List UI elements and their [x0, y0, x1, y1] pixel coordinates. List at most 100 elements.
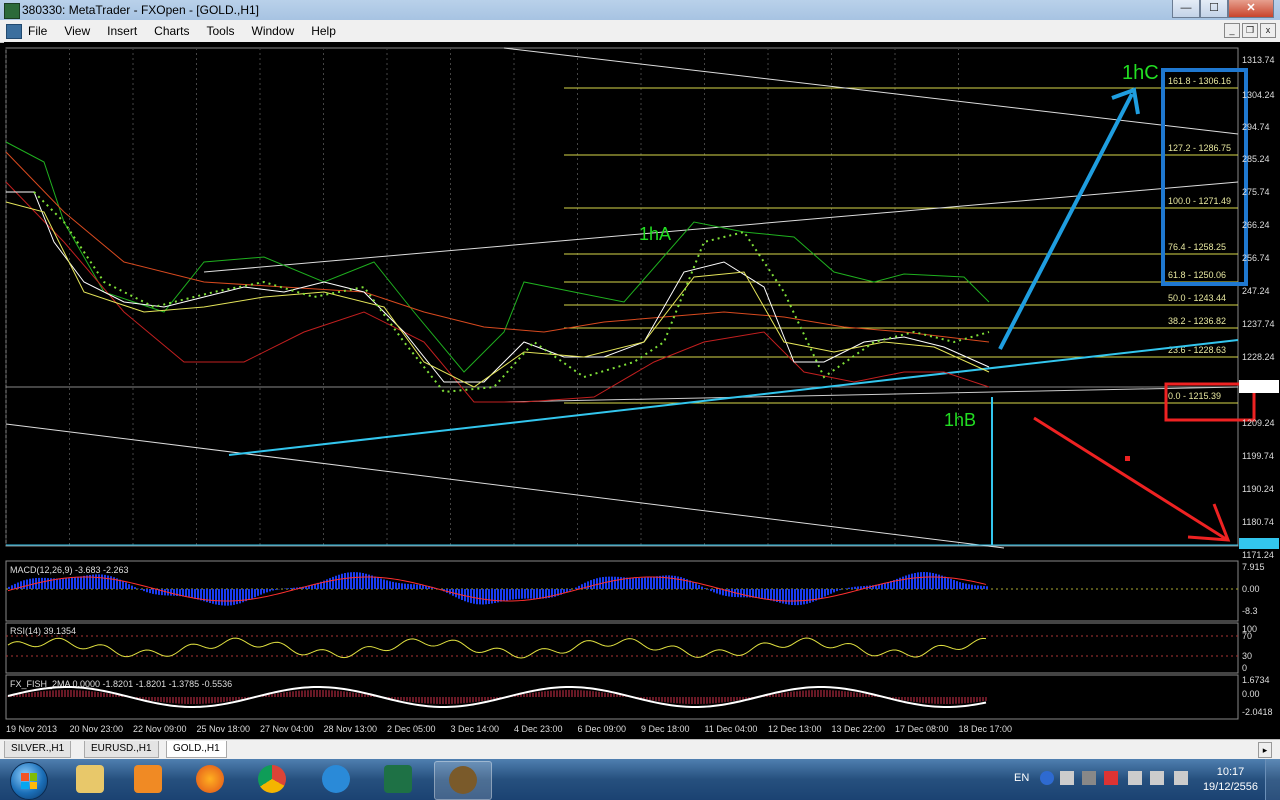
time-tick-label: 20 Nov 23:00	[70, 724, 124, 734]
chart-window-controls: _ ❐ x	[1222, 23, 1276, 38]
fib-label: 0.0 - 1215.39	[1168, 391, 1221, 401]
taskbar-excel[interactable]	[370, 761, 426, 798]
price-tick-label: 1237.74	[1242, 319, 1275, 329]
time-tick-label: 22 Nov 09:00	[133, 724, 187, 734]
time-tick-label: 27 Nov 04:00	[260, 724, 314, 734]
chart-restore-button[interactable]: ❐	[1242, 23, 1258, 38]
show-hidden-icons-icon[interactable]	[1082, 771, 1096, 785]
window-title: 380330: MetaTrader - FXOpen - [GOLD.,H1]	[22, 3, 259, 17]
time-tick-label: 3 Dec 14:00	[451, 724, 500, 734]
pane-scale-label: 0.00	[1242, 584, 1260, 594]
internet-explorer-icon	[322, 765, 350, 793]
chart-minimize-button[interactable]: _	[1224, 23, 1240, 38]
tab-gold[interactable]: GOLD.,H1	[166, 741, 227, 758]
minimize-button[interactable]: —	[1172, 0, 1200, 18]
keyboard-icon[interactable]	[1060, 771, 1074, 785]
maximize-button[interactable]: ☐	[1200, 0, 1228, 18]
chart-canvas[interactable]: 161.8 - 1306.16 127.2 - 1286.75 100.0 - 12…	[4, 42, 1280, 739]
fib-label: 61.8 - 1250.06	[1168, 270, 1226, 280]
menu-insert[interactable]: Insert	[107, 24, 137, 38]
fib-label: 76.4 - 1258.25	[1168, 242, 1226, 252]
fib-label: 50.0 - 1243.44	[1168, 293, 1226, 303]
windows-taskbar: EN 10:17 19/12/2556	[0, 759, 1280, 800]
time-tick-label: 19 Nov 2013	[6, 724, 57, 734]
time-tick-label: 11 Dec 04:00	[705, 724, 758, 734]
firefox-icon	[196, 765, 224, 793]
pane-scale-label: 1.6734	[1242, 675, 1270, 685]
price-tick-label: 1190.24	[1242, 484, 1274, 494]
taskbar-internet-explorer[interactable]	[308, 761, 364, 798]
excel-icon	[384, 765, 412, 793]
volume-icon[interactable]	[1174, 771, 1188, 785]
price-tick-label: 1171.24	[1242, 550, 1274, 560]
price-tick-label: 1304.24	[1242, 90, 1275, 100]
language-indicator[interactable]: EN	[1014, 772, 1029, 784]
time-tick-label: 9 Dec 18:00	[641, 724, 690, 734]
price-chart-window[interactable]: 161.8 - 1306.16 127.2 - 1286.75 100.0 - 12…	[4, 42, 1280, 739]
show-desktop-button[interactable]	[1265, 759, 1280, 800]
taskbar-chrome[interactable]	[244, 761, 300, 798]
price-tick-label: 1228.24	[1242, 352, 1275, 362]
action-center-icon[interactable]	[1104, 771, 1118, 785]
taskbar-firefox[interactable]	[182, 761, 238, 798]
pane-scale-label: 30	[1242, 651, 1252, 661]
macd-label: MACD(12,26,9) -3.683 -2.263	[10, 565, 129, 575]
network-icon[interactable]	[1150, 771, 1164, 785]
rsi-label: RSI(14) 39.1354	[10, 626, 76, 636]
taskbar-explorer[interactable]	[62, 761, 118, 798]
price-tick-label: 256.74	[1242, 253, 1270, 263]
window-title-bar[interactable]: 380330: MetaTrader - FXOpen - [GOLD.,H1]…	[0, 0, 1280, 20]
time-tick-label: 6 Dec 09:00	[578, 724, 627, 734]
price-tick-label: 294.74	[1242, 122, 1270, 132]
pane-scale-label: 0	[1242, 663, 1247, 673]
menu-window[interactable]: Window	[252, 24, 295, 38]
chrome-icon	[258, 765, 286, 793]
media-player-icon	[134, 765, 162, 793]
time-tick-label: 4 Dec 23:00	[514, 724, 563, 734]
time-tick-label: 12 Dec 13:00	[768, 724, 822, 734]
pane-scale-label: -2.0418	[1242, 707, 1273, 717]
menu-help[interactable]: Help	[311, 24, 336, 38]
time-tick-label: 2 Dec 05:00	[387, 724, 436, 734]
current-price-marker	[1239, 380, 1279, 393]
menu-charts[interactable]: Charts	[154, 24, 189, 38]
time-tick-label: 17 Dec 08:00	[895, 724, 949, 734]
fisher-label: FX_FISH_2MA 0.0000 -1.8201 -1.8201 -1.37…	[10, 679, 232, 689]
metatrader-app-icon	[4, 3, 20, 19]
price-tick-label: 266.24	[1242, 220, 1270, 230]
time-tick-label: 28 Nov 13:00	[324, 724, 378, 734]
menu-items: File View Insert Charts Tools Window Hel…	[28, 24, 353, 38]
menu-bar: File View Insert Charts Tools Window Hel…	[0, 20, 1280, 43]
clock-date: 19/12/2556	[1202, 781, 1258, 793]
menu-file[interactable]: File	[28, 24, 47, 38]
menu-tools[interactable]: Tools	[207, 24, 235, 38]
system-clock[interactable]: 10:17 19/12/2556	[1203, 765, 1258, 795]
price-tick-label: 247.24	[1242, 286, 1270, 296]
taskbar-media-player[interactable]	[120, 761, 176, 798]
wave-label-a: 1hA	[639, 224, 671, 244]
help-icon[interactable]	[1040, 771, 1054, 785]
target-price-marker	[1239, 538, 1279, 549]
price-tick-label: 1209.24	[1242, 418, 1275, 428]
start-button[interactable]	[10, 762, 48, 800]
price-tick-label: 1180.74	[1242, 517, 1274, 527]
tab-eurusd[interactable]: EURUSD.,H1	[84, 741, 159, 758]
clock-time: 10:17	[1216, 766, 1245, 778]
fib-label: 100.0 - 1271.49	[1168, 196, 1231, 206]
taskbar-metatrader[interactable]	[434, 761, 492, 800]
time-tick-label: 18 Dec 17:00	[959, 724, 1013, 734]
close-button[interactable]: ✕	[1228, 0, 1274, 18]
chart-document-icon[interactable]	[6, 24, 22, 39]
price-tick-label: 275.74	[1242, 187, 1270, 197]
pane-scale-label: 70	[1242, 631, 1252, 641]
tabs-scroll-icon[interactable]: ▸	[1258, 742, 1272, 758]
chart-close-button[interactable]: x	[1260, 23, 1276, 38]
menu-view[interactable]: View	[64, 24, 90, 38]
metatrader-icon	[449, 766, 477, 794]
price-tick-label: 1313.74	[1242, 55, 1275, 65]
windows-logo-icon	[21, 773, 37, 789]
tab-silver[interactable]: SILVER.,H1	[4, 741, 72, 758]
power-icon[interactable]	[1128, 771, 1142, 785]
folder-icon	[76, 765, 104, 793]
price-tick-label: 285.24	[1242, 154, 1270, 164]
